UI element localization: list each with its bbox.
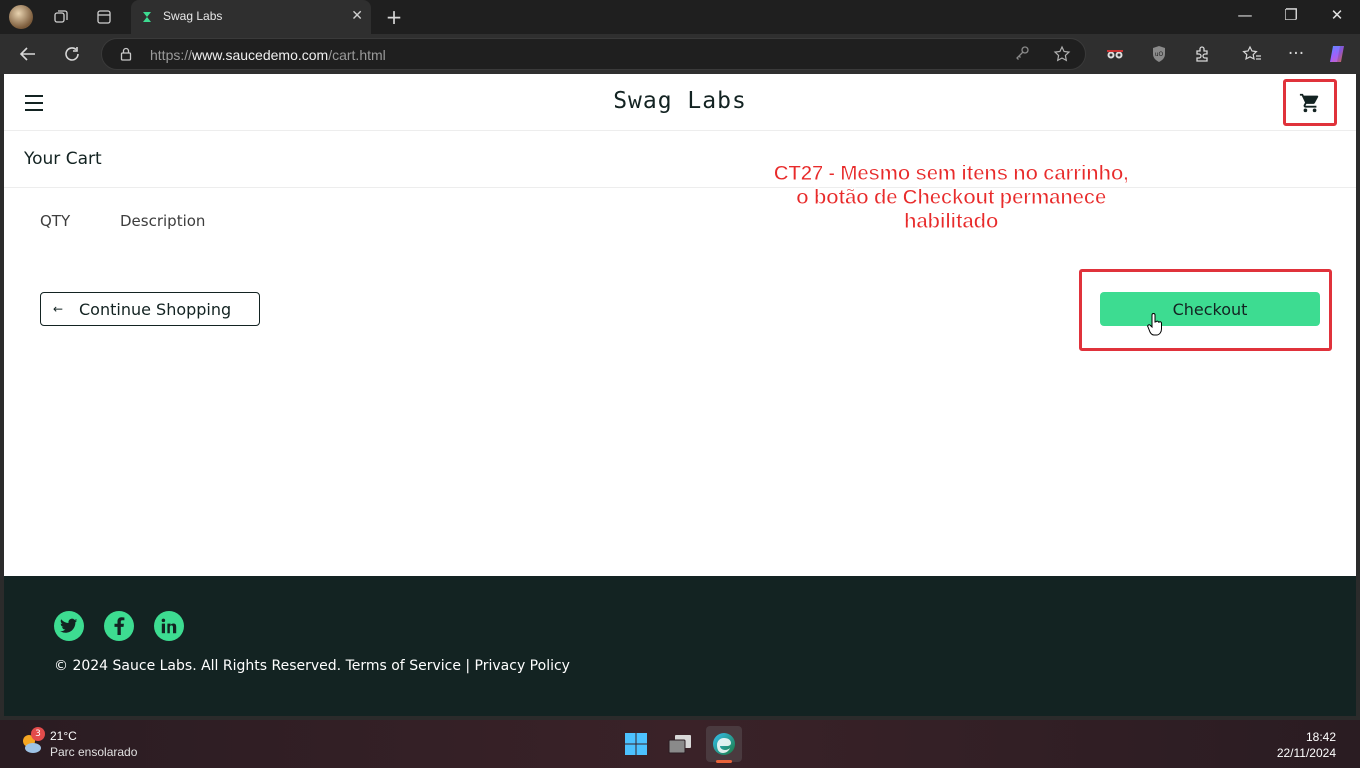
continue-shopping-label: Continue Shopping (79, 299, 232, 319)
workspaces-icon[interactable] (47, 4, 75, 30)
active-app-indicator (716, 760, 732, 763)
annotation-line: CT27 - Mesmo sem itens no carrinho, (773, 162, 1129, 186)
hand-pointer-cursor-icon (1147, 313, 1162, 336)
more-options-icon[interactable]: ··· (1284, 43, 1308, 65)
extensions-puzzle-icon[interactable] (1191, 43, 1215, 65)
description-column-header: Description (120, 212, 206, 230)
test-annotation: CT27 - Mesmo sem itens no carrinho, o bo… (751, 162, 1151, 234)
system-clock[interactable]: 18:42 22/11/2024 (1277, 729, 1336, 761)
key-icon[interactable] (1014, 45, 1030, 65)
restore-icon[interactable]: ❐ (1276, 6, 1306, 24)
tab-swag-labs[interactable]: Swag Labs ✕ (131, 0, 371, 34)
tab-title: Swag Labs (163, 9, 223, 23)
ublock-shield-icon[interactable]: uO (1147, 43, 1171, 65)
facebook-icon[interactable] (104, 611, 134, 641)
page-title: Your Cart (24, 149, 102, 169)
windows-start-icon[interactable] (618, 726, 654, 762)
windows-taskbar: 3 21°C Parc ensolarado 18:42 22/11/2024 (0, 720, 1360, 768)
lock-icon[interactable] (119, 47, 133, 61)
clock-date: 22/11/2024 (1276, 746, 1336, 760)
extension-spy-icon[interactable] (1103, 43, 1127, 65)
annotation-line: o botão de Checkout permanece (796, 186, 1107, 210)
browser-toolbar: https://www.saucedemo.com/cart.html uO ·… (0, 34, 1360, 74)
twitter-icon[interactable] (54, 611, 84, 641)
weather-badge: 3 (31, 727, 45, 741)
cart-title-bar: Your Cart (4, 131, 1356, 188)
shopping-cart-icon[interactable] (1299, 92, 1321, 114)
weather-condition[interactable]: Parc ensolarado (50, 745, 137, 759)
browser-tab-strip: Swag Labs ✕ + — ❐ ✕ (0, 0, 1360, 34)
clock-time: 18:42 (1305, 730, 1336, 744)
tab-actions-icon[interactable] (90, 4, 118, 30)
svg-text:uO: uO (1155, 51, 1164, 58)
annotation-line: habilitado (903, 210, 999, 234)
favorite-star-icon[interactable] (1053, 45, 1071, 67)
back-icon[interactable] (16, 43, 40, 65)
qty-column-header: QTY (40, 212, 71, 230)
page-viewport: Swag Labs Your Cart QTY Description CT27… (4, 74, 1356, 716)
minimize-icon[interactable]: — (1230, 6, 1260, 24)
edge-taskbar-icon[interactable] (706, 726, 742, 762)
linkedin-icon[interactable] (154, 611, 184, 641)
app-header: Swag Labs (4, 74, 1356, 131)
copilot-icon[interactable] (1325, 43, 1349, 65)
url-text[interactable]: https://www.saucedemo.com/cart.html (150, 47, 386, 63)
continue-shopping-button[interactable]: ← Continue Shopping (40, 292, 260, 326)
cart-highlight-box (1283, 79, 1337, 126)
task-view-icon[interactable] (662, 726, 698, 762)
new-tab-icon[interactable]: + (382, 4, 406, 30)
weather-temperature[interactable]: 21°C (50, 729, 77, 743)
arrow-left-icon: ← (53, 302, 64, 316)
close-tab-icon[interactable]: ✕ (351, 8, 363, 24)
app-logo: Swag Labs (613, 88, 747, 114)
address-bar[interactable]: https://www.saucedemo.com/cart.html (101, 38, 1086, 70)
favorites-icon[interactable] (1240, 43, 1264, 65)
reload-icon[interactable] (60, 43, 84, 65)
footer: © 2024 Sauce Labs. All Rights Reserved. … (4, 576, 1356, 716)
profile-avatar[interactable] (9, 5, 33, 29)
checkout-button[interactable]: Checkout (1100, 292, 1320, 326)
swag-labs-favicon-icon (143, 12, 151, 22)
close-window-icon[interactable]: ✕ (1322, 6, 1352, 24)
footer-copyright: © 2024 Sauce Labs. All Rights Reserved. … (54, 658, 570, 674)
